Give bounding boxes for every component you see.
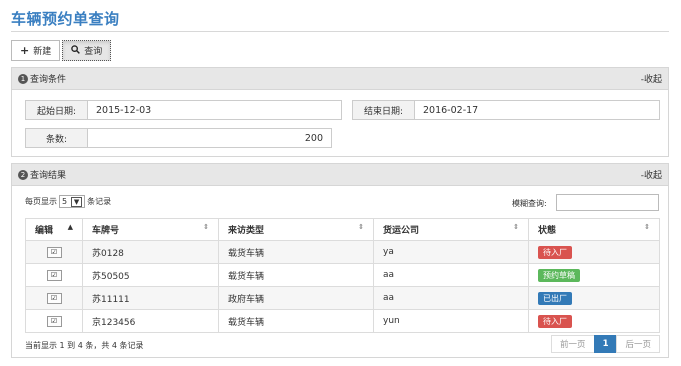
count-field: 条数: 200 <box>25 128 332 148</box>
fuzzy-search-input[interactable] <box>556 194 659 211</box>
plus-icon: + <box>20 44 30 57</box>
chevron-down-icon: ▼ <box>71 196 83 207</box>
title-divider <box>11 31 669 32</box>
criteria-collapse-link[interactable]: -收起 <box>641 72 662 85</box>
type-cell: 载货车辆 <box>218 309 374 333</box>
sort-icon: ⇕ <box>358 223 364 231</box>
status-badge: 待入厂 <box>538 245 572 259</box>
plate-cell: 京123456 <box>82 309 219 333</box>
page-size-prefix: 每页显示 <box>25 197 57 206</box>
type-cell: 载货车辆 <box>218 263 374 287</box>
type-cell: 载货车辆 <box>218 240 374 264</box>
start-date-input[interactable]: 2015-12-03 <box>88 101 341 119</box>
status-cell: 预约草稿 <box>528 263 660 287</box>
sort-icon: ⇕ <box>203 223 209 231</box>
edit-icon[interactable]: ☑ <box>46 246 62 258</box>
end-date-input[interactable]: 2016-02-17 <box>415 101 659 119</box>
next-page-button[interactable]: 后一页 <box>616 335 660 353</box>
status-badge: 已出厂 <box>538 291 572 305</box>
status-cell: 待入厂 <box>528 309 660 333</box>
page-title: 车辆预约单查询 <box>11 10 120 28</box>
new-button-label: 新建 <box>33 47 52 57</box>
status-cell: 已出厂 <box>528 286 660 310</box>
company-cell: ya <box>373 240 529 264</box>
status-cell: 待入厂 <box>528 240 660 264</box>
toolbar: + 新建 查询 <box>11 40 112 61</box>
sort-asc-icon: ▲ <box>67 223 73 231</box>
start-date-field: 起始日期: 2015-12-03 <box>25 100 342 120</box>
end-date-label: 结束日期: <box>353 101 415 119</box>
sort-icon: ⇕ <box>644 223 650 231</box>
status-badge: 预约草稿 <box>538 268 580 282</box>
results-collapse-link[interactable]: -收起 <box>641 168 662 181</box>
table-row: ☑ 京123456 载货车辆 yun 待入厂 <box>25 309 660 333</box>
prev-page-button[interactable]: 前一页 <box>551 335 595 353</box>
search-icon <box>71 44 81 57</box>
count-label: 条数: <box>26 129 88 147</box>
results-title: 查询结果 <box>30 171 67 181</box>
edit-cell: ☑ <box>25 263 83 287</box>
new-button[interactable]: + 新建 <box>11 40 61 61</box>
company-cell: yun <box>373 309 529 333</box>
results-panel-header: 2 查询结果 -收起 <box>12 164 668 186</box>
col-header-status[interactable]: 状態 ⇕ <box>528 218 660 241</box>
table-row: ☑ 苏11111 政府车辆 aa 已出厂 <box>25 286 660 310</box>
results-table: 编辑 ▲ 车牌号 ⇕ 来访类型 ⇕ 货运公司 ⇕ 状態 ⇕ ☑ 苏0128 载货车辆 ya… <box>25 218 660 333</box>
plate-cell: 苏11111 <box>82 286 219 310</box>
edit-icon[interactable]: ☑ <box>46 269 62 281</box>
edit-icon[interactable]: ☑ <box>46 315 62 327</box>
company-cell: aa <box>373 263 529 287</box>
sort-icon: ⇕ <box>513 223 519 231</box>
table-header-row: 编辑 ▲ 车牌号 ⇕ 来访类型 ⇕ 货运公司 ⇕ 状態 ⇕ <box>25 218 660 241</box>
plate-cell: 苏0128 <box>82 240 219 264</box>
start-date-label: 起始日期: <box>26 101 88 119</box>
step-one-icon: 1 <box>18 73 28 84</box>
edit-cell: ☑ <box>25 309 83 333</box>
results-panel: 2 查询结果 -收起 每页显示 5 ▼ 条记录 模糊查询: 编辑 ▲ 车牌号 ⇕ 来… <box>11 163 669 358</box>
page-size-control: 每页显示 5 ▼ 条记录 <box>25 195 111 208</box>
count-input[interactable]: 200 <box>88 129 331 147</box>
fuzzy-search-label: 模糊查询: <box>512 199 547 208</box>
status-badge: 待入厂 <box>538 314 572 328</box>
col-header-plate[interactable]: 车牌号 ⇕ <box>82 218 219 241</box>
page: 车辆预约单查询 + 新建 查询 1 查询条件 -收起 起始日期: 2015-12… <box>0 0 681 366</box>
company-cell: aa <box>373 286 529 310</box>
page-size-select[interactable]: 5 ▼ <box>59 195 86 208</box>
search-button-label: 查询 <box>84 47 103 57</box>
type-cell: 政府车辆 <box>218 286 374 310</box>
page-size-suffix: 条记录 <box>87 197 112 206</box>
criteria-panel-header: 1 查询条件 -收起 <box>12 68 668 90</box>
col-header-company[interactable]: 货运公司 ⇕ <box>373 218 529 241</box>
page-size-value: 5 <box>62 197 68 206</box>
col-header-type[interactable]: 来访类型 ⇕ <box>218 218 374 241</box>
col-header-edit[interactable]: 编辑 ▲ <box>25 218 83 241</box>
page-1-button[interactable]: 1 <box>593 335 618 353</box>
step-two-icon: 2 <box>18 169 28 180</box>
edit-cell: ☑ <box>25 286 83 310</box>
edit-icon[interactable]: ☑ <box>46 292 62 304</box>
pagination: 前一页 1 后一页 <box>551 335 660 353</box>
table-row: ☑ 苏0128 载货车辆 ya 待入厂 <box>25 240 660 264</box>
plate-cell: 苏50505 <box>82 263 219 287</box>
criteria-panel: 1 查询条件 -收起 起始日期: 2015-12-03 结束日期: 2016-0… <box>11 67 669 157</box>
criteria-title: 查询条件 <box>30 75 67 85</box>
edit-cell: ☑ <box>25 240 83 264</box>
table-info: 当前显示 1 到 4 条，共 4 条记录 <box>25 341 144 350</box>
end-date-field: 结束日期: 2016-02-17 <box>352 100 660 120</box>
search-button[interactable]: 查询 <box>62 40 112 61</box>
table-row: ☑ 苏50505 载货车辆 aa 预约草稿 <box>25 263 660 287</box>
